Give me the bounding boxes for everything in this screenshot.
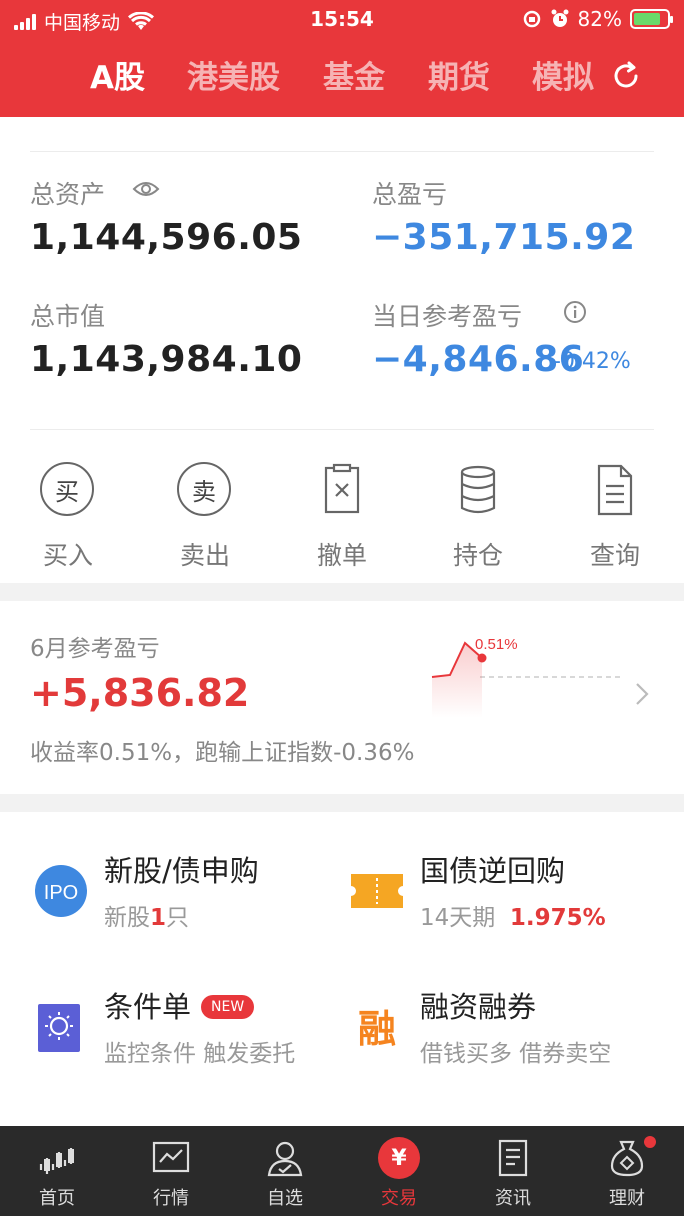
sell-label: 卖出 — [179, 541, 230, 570]
nav-market-label: 行情 — [153, 1188, 189, 1209]
margin-trading-subtitle: 借钱买多 借券卖空 — [420, 1041, 612, 1067]
tab-funds[interactable]: 基金 — [323, 52, 385, 97]
battery-percent: 82% — [577, 7, 622, 31]
chevron-right-icon — [636, 683, 649, 705]
sparkline-label: 0.51% — [475, 636, 518, 653]
nav-news[interactable]: 资讯 — [456, 1126, 570, 1216]
tab-simulation[interactable]: 模拟 — [532, 52, 594, 97]
ipo-subscription-item[interactable]: IPO 新股/债申购 新股1只 — [34, 848, 334, 938]
condition-order-icon — [38, 1004, 80, 1052]
notification-dot — [644, 1136, 656, 1148]
query-button[interactable]: 查询 — [565, 462, 665, 572]
status-right-group: 82% — [522, 7, 673, 31]
ipo-icon: IPO — [35, 865, 87, 917]
total-assets-label: 总资产 — [30, 180, 106, 209]
services-grid: IPO 新股/债申购 新股1只 国债逆回购 14天期 1.975% 条件单 NEW… — [0, 812, 684, 1126]
ipo-title: 新股/债申购 — [104, 854, 259, 888]
watchlist-icon — [267, 1141, 303, 1177]
trade-icon: ¥ — [378, 1137, 420, 1179]
daily-pnl-label: 当日参考盈亏 — [372, 302, 523, 331]
divider — [30, 151, 654, 152]
cancel-order-button[interactable]: 撤单 — [292, 462, 392, 572]
market-value-label: 总市值 — [30, 302, 106, 331]
nav-watchlist[interactable]: 自选 — [228, 1126, 342, 1216]
svg-text:融: 融 — [358, 1007, 396, 1051]
battery-icon — [630, 9, 673, 29]
status-bar: 中国移动 15:54 82% — [0, 0, 684, 38]
nav-home-label: 首页 — [39, 1188, 75, 1209]
app-header: 中国移动 15:54 82% A股 港美股 基金 期货 模拟 — [0, 0, 684, 117]
position-label: 持仓 — [452, 541, 503, 570]
daily-pnl-percent: -0.42% — [553, 349, 631, 374]
condition-order-item[interactable]: 条件单 NEW 监控条件 触发委托 — [34, 984, 334, 1074]
divider — [30, 429, 654, 430]
total-pnl-label: 总盈亏 — [372, 180, 448, 209]
sell-button[interactable]: 卖 卖出 — [155, 462, 255, 572]
wealth-icon — [610, 1140, 644, 1177]
position-icon — [460, 465, 496, 514]
repo-title: 国债逆回购 — [420, 854, 566, 888]
nav-wealth[interactable]: 理财 — [570, 1126, 684, 1216]
market-icon — [152, 1141, 190, 1173]
nav-market[interactable]: 行情 — [114, 1126, 228, 1216]
account-summary: 总资产 1,144,596.05 总盈亏 −351,715.92 总市值 1,1… — [0, 117, 684, 583]
buy-icon: 买 — [40, 462, 94, 516]
repo-item[interactable]: 国债逆回购 14天期 1.975% — [350, 848, 650, 938]
nav-news-label: 资讯 — [495, 1188, 531, 1209]
cancel-order-label: 撤单 — [316, 541, 367, 570]
position-button[interactable]: 持仓 — [428, 462, 528, 572]
eye-icon[interactable] — [132, 178, 160, 200]
total-pnl-value: −351,715.92 — [372, 217, 636, 258]
home-icon — [39, 1148, 74, 1174]
svg-text:IPO: IPO — [44, 882, 78, 904]
buy-label: 买入 — [42, 541, 93, 570]
market-value-value: 1,143,984.10 — [30, 339, 303, 380]
margin-icon: 融 — [358, 1007, 396, 1051]
nav-trade[interactable]: ¥ 交易 — [342, 1126, 456, 1216]
query-label: 查询 — [589, 541, 640, 570]
monthly-sparkline: 0.51% — [431, 636, 620, 718]
info-icon[interactable] — [563, 300, 587, 324]
market-tabs: A股 港美股 基金 期货 模拟 — [0, 52, 684, 104]
ticket-icon — [351, 874, 403, 908]
margin-trading-item[interactable]: 融 融资融券 借钱买多 借券卖空 — [350, 984, 650, 1074]
sparkline-point — [477, 653, 487, 663]
total-assets-value: 1,144,596.05 — [30, 217, 303, 258]
nav-trade-label: 交易 — [381, 1188, 417, 1209]
monthly-pnl-label: 6月参考盈亏 — [30, 636, 160, 662]
nav-watchlist-label: 自选 — [267, 1188, 303, 1209]
nav-home[interactable]: 首页 — [0, 1126, 114, 1216]
alarm-icon — [551, 9, 569, 27]
tab-futures[interactable]: 期货 — [428, 52, 490, 97]
buy-button[interactable]: 买 买入 — [18, 462, 118, 572]
repo-subtitle: 14天期 1.975% — [420, 905, 606, 931]
condition-order-title: 条件单 NEW — [104, 984, 255, 1026]
cancel-order-icon — [324, 463, 360, 514]
query-icon — [597, 464, 633, 516]
monthly-pnl-card[interactable]: 6月参考盈亏 +5,836.82 收益率0.51%，跑输上证指数-0.36% 0… — [0, 601, 684, 794]
monthly-pnl-value: +5,836.82 — [30, 671, 250, 715]
tab-a-shares[interactable]: A股 — [90, 52, 145, 97]
sell-icon: 卖 — [177, 462, 231, 516]
news-icon — [498, 1139, 528, 1177]
condition-order-subtitle: 监控条件 触发委托 — [104, 1041, 296, 1067]
bottom-nav: 首页 行情 自选 ¥ 交易 资讯 理财 — [0, 1126, 684, 1216]
nav-wealth-label: 理财 — [609, 1188, 645, 1209]
refresh-icon[interactable] — [610, 60, 642, 92]
orientation-lock-icon — [523, 10, 540, 28]
new-badge: NEW — [201, 995, 255, 1019]
monthly-pnl-subtitle: 收益率0.51%，跑输上证指数-0.36% — [30, 740, 415, 766]
margin-trading-title: 融资融券 — [420, 990, 537, 1024]
tab-hk-us-stocks[interactable]: 港美股 — [187, 52, 280, 97]
ipo-subtitle: 新股1只 — [104, 905, 190, 931]
